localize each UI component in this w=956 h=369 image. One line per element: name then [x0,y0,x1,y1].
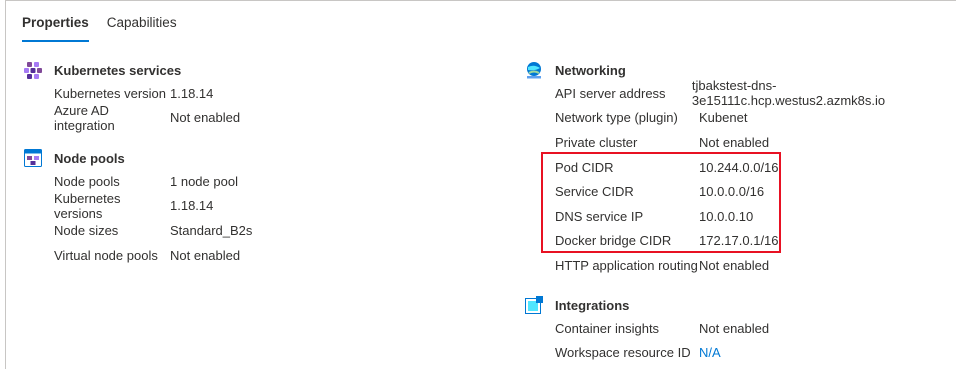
integrations-section: Integrations Container insights Not enab… [525,294,769,365]
property-value: tjbakstest-dns-3e15111c.hcp.westus2.azmk… [691,78,886,109]
section-title: Networking [555,62,626,78]
section-title: Node pools [54,150,125,166]
property-row: Kubernetes versions 1.18.14 [54,190,252,221]
tab-capabilities[interactable]: Capabilities [107,14,177,42]
cidr-highlight-box [541,152,781,253]
property-row: Azure AD integration Not enabled [54,102,241,133]
section-header: Kubernetes services [24,59,240,81]
property-value: Not enabled [699,134,770,150]
integrations-icon [525,296,543,314]
property-label: Network type (plugin) [555,110,678,126]
property-row: API server address tjbakstest-dns-3e1511… [555,78,956,109]
property-label: Azure AD integration [54,102,115,133]
property-value: Kubenet [699,110,748,126]
property-label: Kubernetes versions [54,190,121,221]
section-title: Integrations [555,297,630,313]
property-value: 1 node pool [170,173,238,189]
property-label: API server address [555,85,666,101]
kubernetes-services-icon [24,61,42,79]
section-title: Kubernetes services [54,62,182,78]
property-value: Not enabled [699,257,770,273]
property-value: Standard_B2s [170,222,253,238]
property-label: Node pools [54,173,120,189]
property-row: Network type (plugin) Kubenet [555,106,956,131]
workspace-resource-link[interactable]: N/A [699,345,721,360]
property-row: Node pools 1 node pool [54,169,252,194]
kubernetes-services-section: Kubernetes services Kubernetes version 1… [24,59,241,133]
tab-properties[interactable]: Properties [22,14,89,42]
node-pools-section: Node pools Node pools 1 node pool Kubern… [24,147,252,267]
tab-bar: Properties Capabilities [22,14,177,42]
property-label: Virtual node pools [54,247,158,263]
property-label: Workspace resource ID [555,345,691,361]
property-value: 1.18.14 [170,85,214,101]
property-value: Not enabled [699,320,770,336]
property-label: HTTP application routing [555,257,698,273]
property-value: Not enabled [170,247,241,263]
section-header: Node pools [24,147,252,169]
property-value: Not enabled [170,110,241,126]
property-row: Container insights Not enabled [555,316,769,341]
property-row: Virtual node pools Not enabled [54,243,252,268]
networking-icon [525,61,543,79]
property-label: Node sizes [54,222,119,238]
property-row: Workspace resource ID N/A [555,341,769,366]
property-label: Kubernetes version [54,85,167,101]
property-row: HTTP application routing Not enabled [555,253,956,278]
property-row: Node sizes Standard_B2s [54,218,252,243]
section-header: Integrations [525,294,769,316]
property-value: 1.18.14 [170,198,214,214]
property-label: Container insights [555,320,660,336]
property-label: Private cluster [555,134,638,150]
node-pools-icon [24,149,42,167]
property-row: Kubernetes version 1.18.14 [54,81,240,106]
